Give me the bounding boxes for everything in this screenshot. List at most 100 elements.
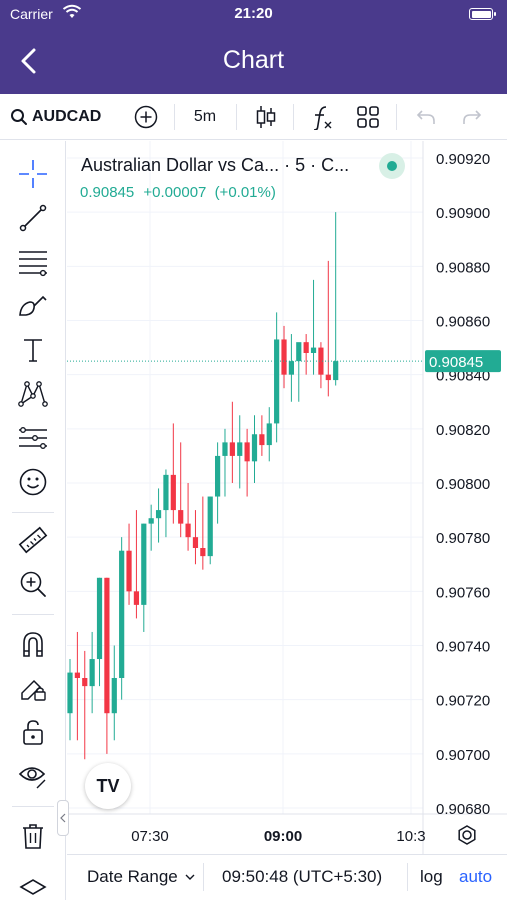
layers-icon <box>19 879 47 895</box>
tradingview-logo[interactable]: TV <box>85 763 131 809</box>
nav-bar: Chart <box>0 28 507 94</box>
time-label: 07:30 <box>131 828 169 845</box>
redo-button[interactable] <box>454 94 490 140</box>
time-label: 10:3 <box>396 828 425 845</box>
candle-body <box>163 474 169 511</box>
candle-body <box>325 374 331 381</box>
price-label: 0.90760 <box>436 584 490 601</box>
legend-values: 0.90845 +0.00007 (+0.01%) <box>80 184 276 201</box>
price-label: 0.90920 <box>436 151 490 168</box>
trend-line-tool[interactable] <box>14 199 52 237</box>
candle-body <box>281 339 287 375</box>
price-label: 0.90800 <box>436 476 490 493</box>
prediction-icon <box>19 427 47 449</box>
battery-icon <box>469 8 496 20</box>
brush-tool[interactable] <box>14 287 52 325</box>
collapse-toolbar-button[interactable] <box>57 800 69 836</box>
candle-body <box>89 659 95 687</box>
candle-body <box>296 342 302 362</box>
chevron-down-icon <box>185 874 195 880</box>
bottom-divider <box>203 863 204 891</box>
text-tool[interactable] <box>14 331 52 369</box>
lock-drawing-tool[interactable] <box>14 669 52 707</box>
auto-scale-toggle[interactable]: auto <box>459 867 492 887</box>
price-label: 0.90860 <box>436 314 490 331</box>
market-status-icon[interactable] <box>379 153 405 179</box>
eye-icon <box>18 767 46 789</box>
magnet-tool[interactable] <box>14 625 52 663</box>
compare-button[interactable] <box>128 94 164 140</box>
magnet-icon <box>23 632 43 657</box>
candle-body <box>222 442 228 456</box>
candle-body <box>274 339 280 424</box>
log-scale-toggle[interactable]: log <box>420 867 443 887</box>
toolbar-divider <box>12 512 54 513</box>
date-range-button[interactable]: Date Range <box>87 867 196 887</box>
candle-body <box>170 474 176 511</box>
candle-body <box>74 672 80 678</box>
indicators-button[interactable] <box>304 94 340 140</box>
hide-drawings-tool[interactable] <box>14 757 52 795</box>
candle-body <box>288 361 294 375</box>
candle-body <box>178 510 184 524</box>
candles-icon <box>256 106 276 128</box>
undo-button[interactable] <box>408 94 444 140</box>
symbol-description[interactable]: Australian Dollar vs Ca... · 5 · C... <box>81 155 349 176</box>
ruler-icon <box>18 526 48 554</box>
chart-settings-icon[interactable] <box>458 825 476 845</box>
candle-body <box>185 523 191 538</box>
unlock-icon <box>23 720 43 745</box>
candle-body <box>96 577 103 660</box>
pattern-icon <box>18 381 48 407</box>
candle-body <box>259 434 265 446</box>
brush-icon <box>19 295 47 316</box>
candle-body <box>266 423 272 446</box>
price-label: 0.90740 <box>436 639 490 656</box>
object-tree-button[interactable] <box>14 871 52 909</box>
candle-body <box>200 548 206 557</box>
candle-body <box>303 342 309 353</box>
ruler-tool[interactable] <box>14 521 52 559</box>
interval-button[interactable]: 5m <box>180 94 230 140</box>
candle-body <box>148 518 154 524</box>
status-bar: Carrier 21:20 <box>0 0 507 28</box>
pattern-tool[interactable] <box>14 375 52 413</box>
lock-all-tool[interactable] <box>14 713 52 751</box>
lock-drawing-icon <box>21 679 46 701</box>
toolbar-divider <box>174 104 175 130</box>
remove-drawings-button[interactable] <box>14 817 52 855</box>
candle-body <box>119 550 125 678</box>
chevron-left-icon <box>60 813 66 823</box>
toolbar-divider <box>293 104 294 130</box>
fib-retracement-tool[interactable] <box>14 243 52 281</box>
bottom-bar: Date Range 09:50:48 (UTC+5:30) log auto <box>67 854 507 900</box>
candle-body <box>244 442 250 462</box>
candle-body <box>229 442 235 456</box>
candle-body <box>141 523 147 605</box>
layouts-button[interactable] <box>350 94 386 140</box>
emoji-tool[interactable] <box>14 463 52 501</box>
crosshair-tool[interactable] <box>14 155 52 193</box>
text-icon <box>24 339 42 362</box>
candle-body <box>155 510 162 519</box>
candle-body <box>67 672 73 714</box>
symbol-search-button[interactable]: AUDCAD <box>10 94 114 140</box>
legend-change-percent: (+0.01%) <box>214 184 276 201</box>
fib-retracement-icon <box>19 251 47 277</box>
zoom-in-tool[interactable] <box>14 565 52 603</box>
chart-area[interactable]: 0.90920 0.90900 0.90880 0.90860 0.90840 0.908… <box>67 141 507 854</box>
prediction-tool[interactable] <box>14 419 52 457</box>
chart-type-button[interactable] <box>248 94 284 140</box>
candle-body <box>237 442 243 456</box>
time-label: 09:00 <box>264 828 302 845</box>
candle-body <box>126 550 132 592</box>
price-label: 0.90720 <box>436 693 490 710</box>
candle-body <box>215 455 221 497</box>
price-label: 0.90780 <box>436 530 490 547</box>
candle-body <box>133 591 140 605</box>
emoji-icon <box>19 468 47 496</box>
price-label: 0.90900 <box>436 205 490 222</box>
price-chart[interactable]: 0.909200.909000.908800.908600.908400.908… <box>67 141 507 854</box>
search-icon <box>11 109 27 125</box>
timezone-button[interactable]: 09:50:48 (UTC+5:30) <box>222 867 382 887</box>
